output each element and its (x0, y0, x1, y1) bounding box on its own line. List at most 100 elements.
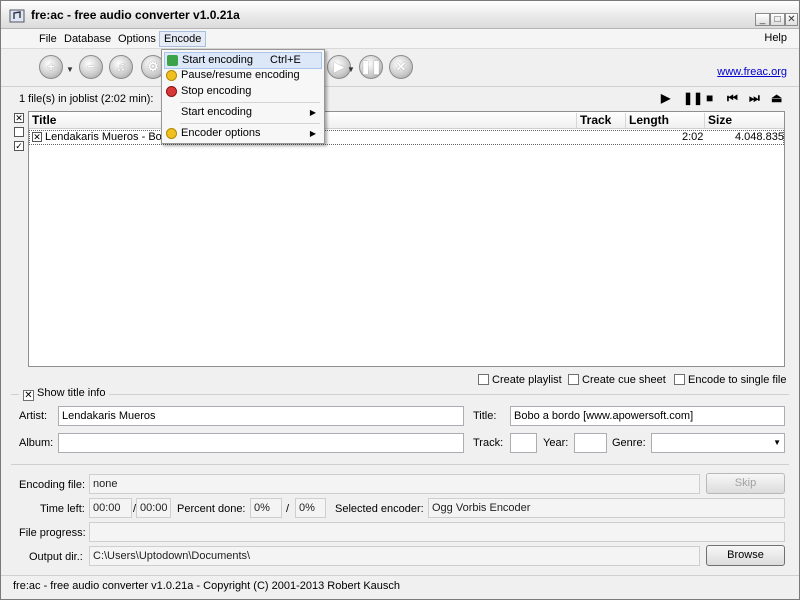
menu-database[interactable]: Database (60, 32, 115, 48)
next-track-icon[interactable]: ⏭ (749, 91, 760, 105)
file-progress-label: File progress: (19, 527, 86, 539)
genre-select[interactable]: ▼ (651, 433, 785, 453)
eject-icon[interactable]: ⏏ (771, 91, 782, 105)
create-playlist-checkbox[interactable]: Create playlist (478, 374, 562, 388)
menu-separator (180, 123, 320, 124)
select-all-checkbox[interactable]: ✕ (14, 113, 24, 123)
row-size: 4.048.835 (735, 131, 784, 143)
stop-icon[interactable]: ■ (706, 91, 713, 105)
add-dropdown-arrow-icon[interactable]: ▼ (66, 65, 74, 74)
time-total-field: 00:00 (136, 498, 171, 518)
stop-icon[interactable]: ✕ (389, 55, 413, 79)
app-icon (9, 9, 25, 23)
submenu-arrow-icon: ▶ (309, 108, 316, 117)
remove-files-icon[interactable]: − (79, 55, 103, 79)
column-size[interactable]: Size (705, 113, 784, 128)
separator (11, 464, 789, 465)
create-cue-label: Create cue sheet (582, 374, 666, 386)
create-playlist-label: Create playlist (492, 374, 562, 386)
percent-total-field: 0% (295, 498, 326, 518)
joblist-table[interactable]: Title Track Length Size ✕ Lendakaris Mue… (28, 111, 785, 367)
toggle-selection-checkbox[interactable]: ✓ (14, 141, 24, 151)
show-title-info-checkbox[interactable]: ✕ Show title info (19, 387, 110, 401)
column-length[interactable]: Length (626, 113, 705, 128)
percent-field: 0% (250, 498, 282, 518)
column-track[interactable]: Track (577, 113, 626, 128)
menu-options[interactable]: Options (114, 32, 160, 48)
artist-field[interactable]: Lendakaris Mueros (58, 406, 464, 426)
menu-help[interactable]: Help (764, 32, 787, 44)
output-dir-label: Output dir.: (29, 551, 83, 563)
title-field[interactable]: Bobo a bordo [www.apowersoft.com] (510, 406, 785, 426)
encode-menu-dropdown: Start encoding Ctrl+E Pause/resume encod… (161, 49, 325, 144)
encoding-file-field: none (89, 474, 700, 494)
track-label: Track: (473, 437, 504, 449)
menu-encoder-options[interactable]: Encoder options ▶ (164, 126, 322, 143)
row-title: Lendakaris Mueros - Bobo (45, 131, 175, 143)
create-cue-checkbox[interactable]: Create cue sheet (568, 374, 666, 388)
maximize-button[interactable]: □ (770, 13, 785, 26)
time-left-label: Time left: (40, 503, 85, 515)
cddb-icon[interactable]: ♫ (109, 55, 133, 79)
percent-done-label: Percent done: (177, 503, 246, 515)
menu-start-encoding-label: Start encoding (182, 54, 253, 66)
pause-icon (166, 70, 177, 81)
menu-start-encoding-submenu-label: Start encoding (181, 106, 252, 118)
menu-start-encoding-submenu[interactable]: Start encoding ▶ (164, 105, 322, 122)
genre-label: Genre: (612, 437, 646, 449)
track-field[interactable] (510, 433, 537, 453)
toolbar: + ▼ − ♫ ⚙ ▶ ▼ ❚❚ ✕ www.freac.org (1, 49, 799, 87)
encoding-file-label: Encoding file: (19, 479, 86, 491)
menu-encoder-options-label: Encoder options (181, 127, 261, 139)
menu-start-encoding[interactable]: Start encoding Ctrl+E (164, 52, 322, 69)
pause-icon[interactable]: ❚❚ (359, 55, 383, 79)
shortcut-label: Ctrl+E (270, 54, 301, 66)
browse-button[interactable]: Browse (706, 545, 785, 566)
title-label: Title: (473, 410, 497, 422)
pause-icon[interactable]: ❚❚ (683, 91, 703, 105)
previous-track-icon[interactable]: ⏮ (727, 91, 738, 105)
add-files-icon[interactable]: + (39, 55, 63, 79)
row-checkbox[interactable]: ✕ (32, 132, 42, 142)
joblist-header: Title Track Length Size (29, 112, 784, 129)
artist-label: Artist: (19, 410, 48, 422)
menu-pause-resume[interactable]: Pause/resume encoding (164, 68, 322, 85)
skip-button[interactable]: Skip (706, 473, 785, 494)
menu-file[interactable]: File (35, 32, 61, 48)
play-icon (167, 55, 178, 66)
gear-icon (166, 128, 177, 139)
slash-separator: / (286, 503, 290, 515)
status-bar: fre:ac - free audio converter v1.0.21a -… (1, 575, 799, 599)
stop-icon (166, 86, 177, 97)
close-button[interactable]: ✕ (785, 13, 798, 26)
chevron-down-icon: ▼ (773, 438, 781, 447)
time-left-field: 00:00 (89, 498, 132, 518)
select-none-checkbox[interactable] (14, 127, 24, 137)
single-file-checkbox[interactable]: Encode to single file (674, 374, 786, 388)
album-field[interactable] (58, 433, 464, 453)
menu-bar: File Database Options Encode Help (1, 29, 799, 49)
output-dir-field[interactable]: C:\Users\Uptodown\Documents\ (89, 546, 700, 566)
single-file-label: Encode to single file (688, 374, 787, 386)
website-link[interactable]: www.freac.org (717, 66, 787, 78)
year-label: Year: (543, 437, 569, 449)
encode-dropdown-arrow-icon[interactable]: ▼ (347, 65, 355, 74)
show-title-info-label: Show title info (37, 387, 106, 399)
joblist-count: 1 file(s) in joblist (2:02 min): (19, 93, 154, 105)
year-field[interactable] (574, 433, 607, 453)
selected-encoder-label: Selected encoder: (335, 503, 424, 515)
menu-separator (180, 102, 320, 103)
window-title: fre:ac - free audio converter v1.0.21a (31, 8, 240, 22)
album-label: Album: (19, 437, 54, 449)
minimize-button[interactable]: _ (755, 13, 770, 26)
menu-stop-encoding-label: Stop encoding (181, 85, 252, 97)
menu-stop-encoding[interactable]: Stop encoding (164, 84, 322, 101)
play-icon[interactable]: ▶ (661, 91, 670, 105)
table-row[interactable]: ✕ Lendakaris Mueros - Bobo 2:02 4.048.83… (29, 130, 784, 145)
row-length: 2:02 (682, 131, 704, 143)
selected-encoder-field: Ogg Vorbis Encoder (428, 498, 785, 518)
submenu-arrow-icon: ▶ (309, 129, 316, 138)
menu-encode[interactable]: Encode (159, 31, 207, 47)
main-window: fre:ac - free audio converter v1.0.21a _… (0, 0, 800, 600)
file-progress-bar (89, 522, 785, 542)
